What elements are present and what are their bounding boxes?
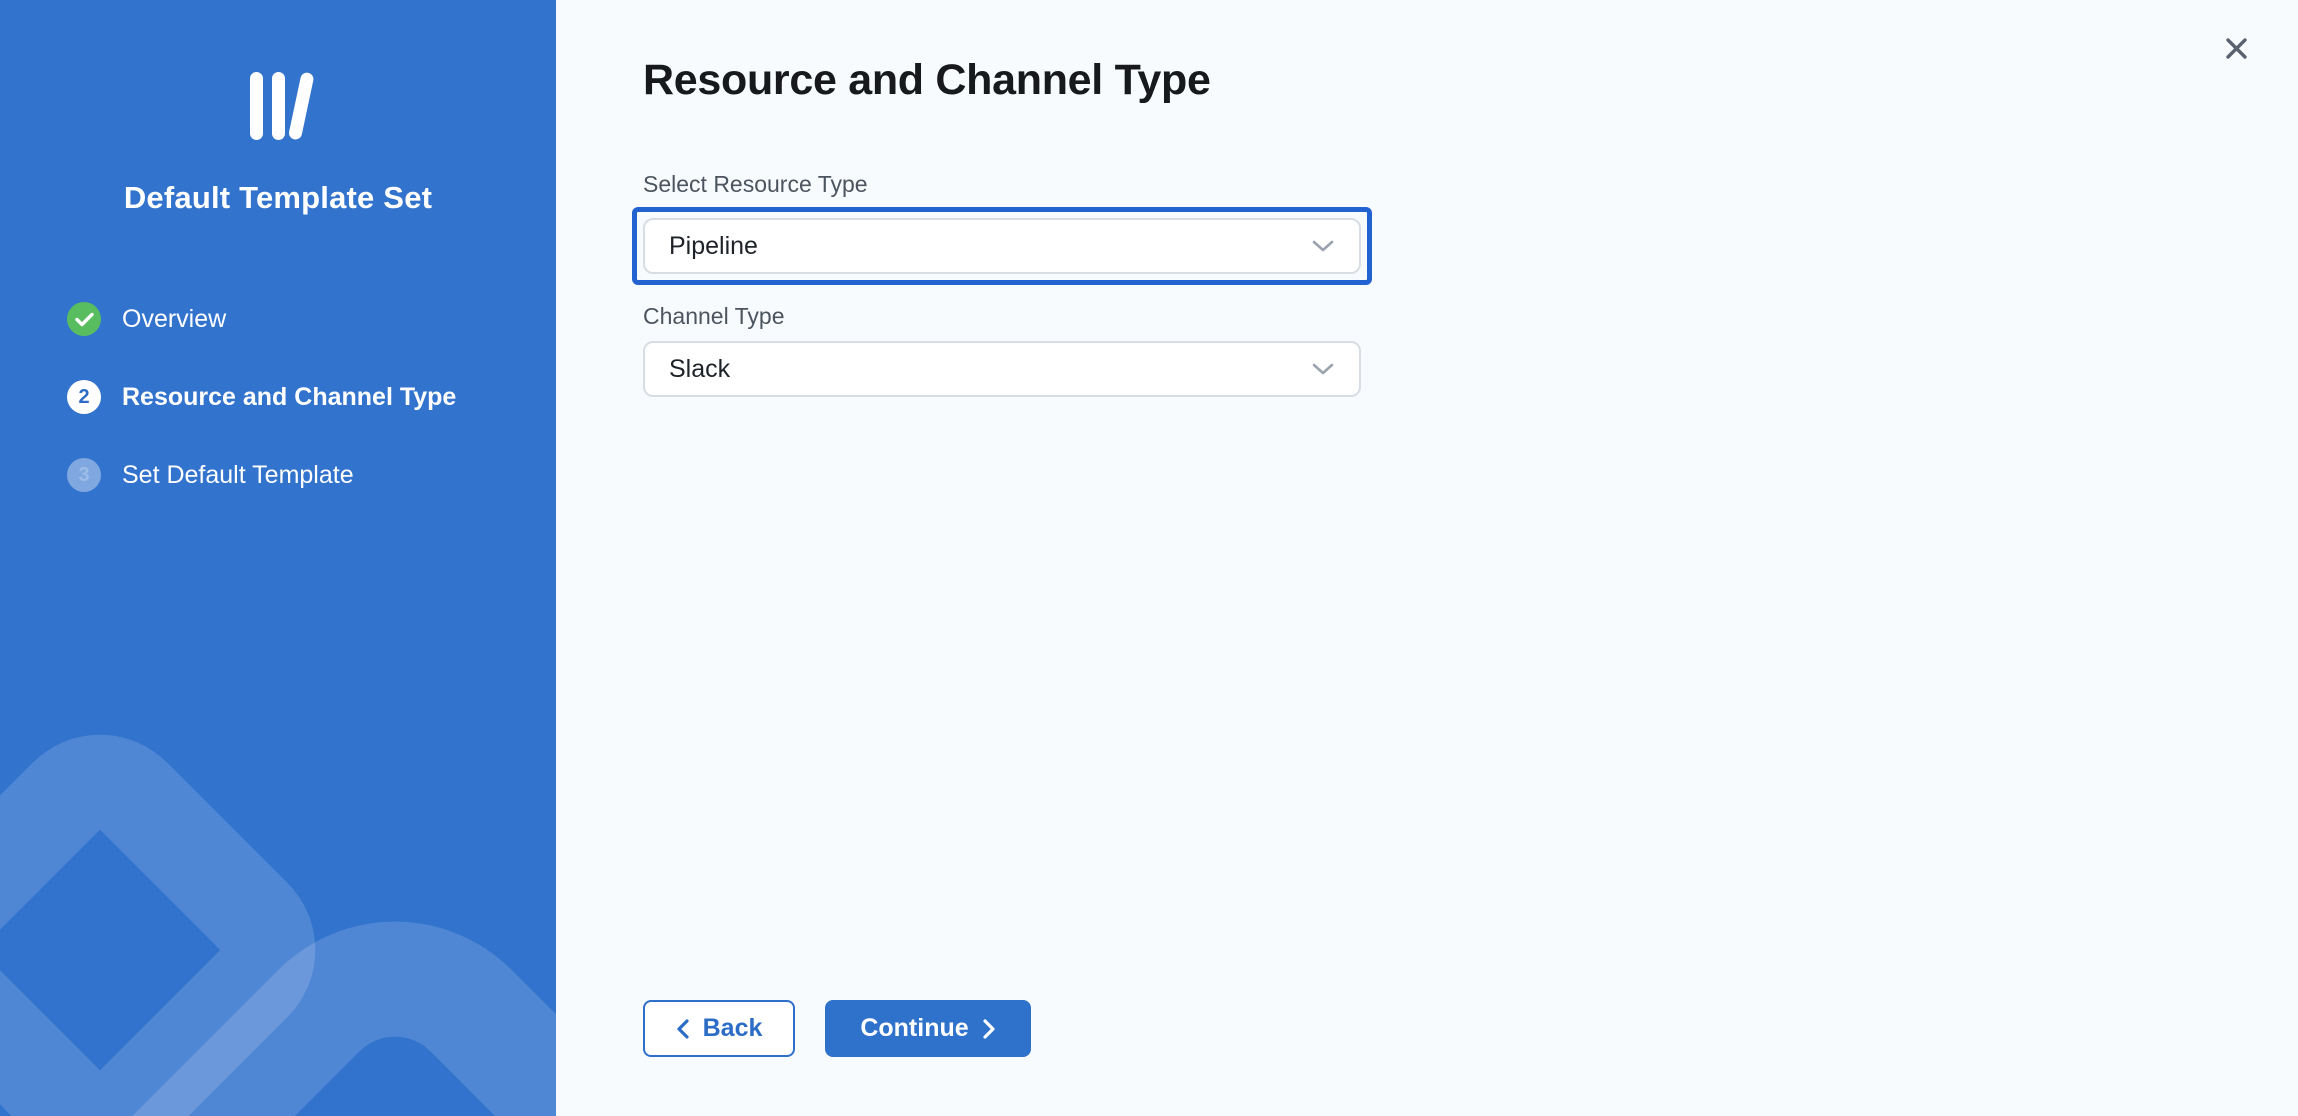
channel-type-select[interactable]: Slack [643, 341, 1361, 397]
close-button[interactable] [2212, 24, 2260, 72]
step-label: Set Default Template [122, 461, 354, 490]
check-icon [67, 302, 101, 336]
chevron-right-icon [982, 1018, 996, 1040]
chevron-down-icon [1311, 362, 1335, 376]
logo-bar-tilted [287, 71, 314, 140]
watermark-knot-shape [0, 695, 355, 1116]
continue-button[interactable]: Continue [825, 1000, 1031, 1057]
wizard-title: Default Template Set [18, 180, 538, 216]
wizard-footer: Back Continue [643, 1000, 1031, 1057]
resource-type-selected-value: Pipeline [669, 232, 758, 261]
sidebar-step-overview[interactable]: Overview [67, 302, 556, 336]
watermark-knot-shape [0, 853, 556, 1116]
step-label: Resource and Channel Type [122, 383, 456, 412]
sidebar-step-resource-and-channel-type[interactable]: 2 Resource and Channel Type [67, 380, 556, 414]
resource-type-focus-ring: Pipeline [632, 207, 1372, 285]
chevron-down-icon [1311, 239, 1335, 253]
close-x-icon [2223, 35, 2250, 62]
logo-bar [272, 72, 285, 140]
back-button-label: Back [703, 1014, 763, 1043]
back-button[interactable]: Back [643, 1000, 795, 1057]
wizard-steps-nav: Overview 2 Resource and Channel Type 3 S… [0, 302, 556, 492]
wizard-sidebar: Default Template Set Overview 2 Resource… [0, 0, 556, 1116]
step-number-badge: 3 [67, 458, 101, 492]
continue-button-label: Continue [860, 1014, 968, 1043]
resource-type-label: Select Resource Type [643, 169, 2298, 199]
chevron-left-icon [676, 1018, 690, 1040]
stacked-books-logo-icon [250, 72, 307, 140]
channel-type-label: Channel Type [643, 301, 2298, 331]
wizard-dialog: Default Template Set Overview 2 Resource… [0, 0, 2298, 1116]
channel-type-selected-value: Slack [669, 355, 730, 384]
sidebar-content: Default Template Set Overview 2 Resource… [0, 72, 556, 492]
wizard-main-panel: Resource and Channel Type Select Resourc… [556, 0, 2298, 1116]
resource-type-select[interactable]: Pipeline [643, 218, 1361, 274]
logo-bar [250, 72, 263, 140]
page-title: Resource and Channel Type [643, 56, 2298, 105]
sidebar-step-set-default-template[interactable]: 3 Set Default Template [67, 458, 556, 492]
step-number-badge: 2 [67, 380, 101, 414]
step-label: Overview [122, 305, 226, 334]
